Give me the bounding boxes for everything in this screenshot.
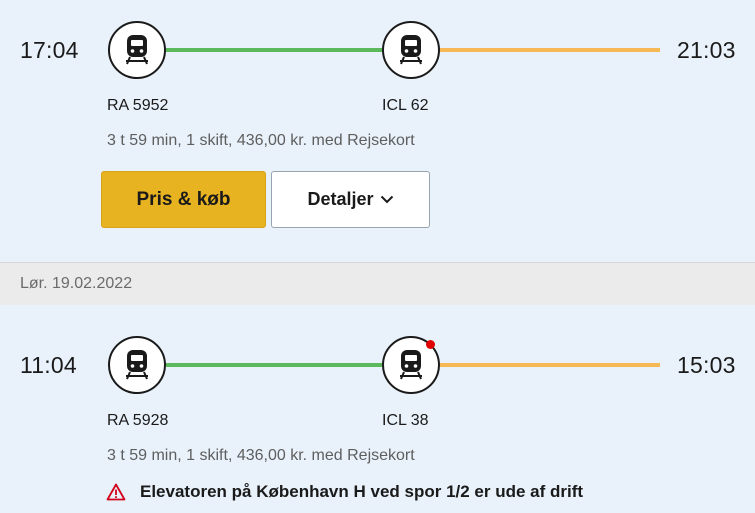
leg-line-1 [166,48,382,52]
train-label: RA 5952 [107,97,169,114]
train-icon [108,336,166,394]
leg-line-2 [440,48,660,52]
departure-time: 17:04 [20,37,79,63]
train-label: RA 5928 [107,412,169,429]
price-buy-button[interactable]: Pris & køb [101,171,266,228]
leg-line-2 [440,363,660,367]
disruption-dot-icon [426,340,435,349]
journey-summary: 3 t 59 min, 1 skift, 436,00 kr. med Rejs… [107,447,415,464]
arrival-time: 15:03 [677,352,736,378]
details-button[interactable]: Detaljer [271,171,430,228]
disruption-alert[interactable]: Elevatoren på København H ved spor 1/2 e… [106,482,583,502]
departure-time: 11:04 [20,352,77,378]
alert-text: Elevatoren på København H ved spor 1/2 e… [140,482,584,501]
journey-card[interactable]: 11:04 15:03 RA 5928 ICL 38 3 t 59 min, 1… [0,305,755,513]
train-icon [108,21,166,79]
train-label: ICL 62 [382,97,429,114]
price-buy-label: Pris & køb [136,188,231,210]
train-label: ICL 38 [382,412,429,429]
chevron-down-icon [380,195,393,204]
journey-summary: 3 t 59 min, 1 skift, 436,00 kr. med Rejs… [107,132,415,149]
train-icon [382,21,440,79]
arrival-time: 21:03 [677,37,736,63]
warning-icon [106,483,126,501]
date-label: Lør. 19.02.2022 [20,275,133,292]
leg-line-1 [166,363,382,367]
details-label: Detaljer [307,189,374,209]
date-separator: Lør. 19.02.2022 [0,262,755,305]
journey-card[interactable]: 17:04 21:03 RA 5952 ICL 62 3 t 59 min, 1… [0,0,755,262]
